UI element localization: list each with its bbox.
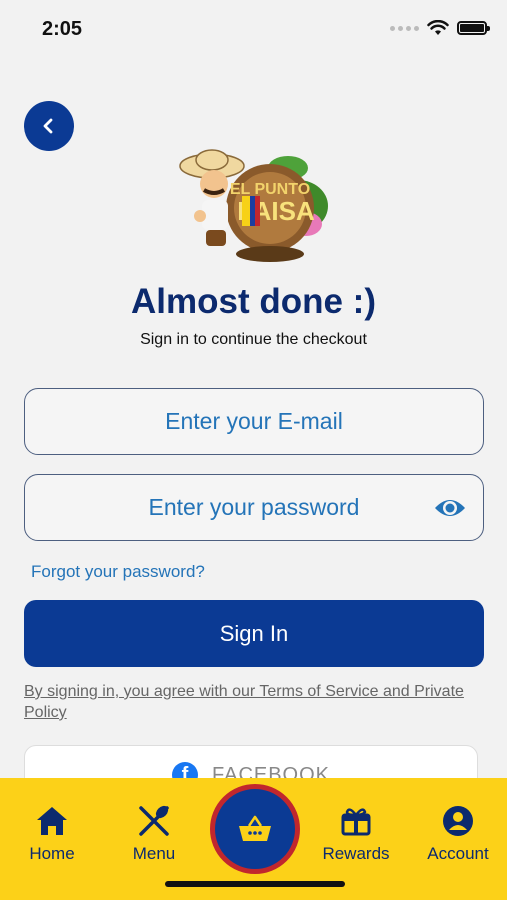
eye-icon[interactable]	[433, 494, 467, 522]
password-field[interactable]	[25, 494, 483, 521]
tab-rewards[interactable]: Rewards	[316, 804, 396, 864]
utensils-icon	[139, 805, 169, 836]
chevron-left-icon	[43, 118, 53, 134]
tab-home[interactable]: Home	[22, 804, 82, 864]
page-title: Almost done :)	[131, 282, 376, 321]
status-time: 2:05	[42, 18, 83, 40]
tab-account-label: Account	[427, 844, 489, 863]
tab-menu-label: Menu	[132, 844, 176, 863]
wifi-icon	[427, 20, 449, 35]
terms-link[interactable]: By signing in, you agree with our Terms …	[24, 681, 484, 723]
restaurant-logo: EL PUNTO PAISA	[179, 149, 328, 262]
cart-button[interactable]	[210, 784, 300, 874]
battery-icon	[457, 21, 490, 35]
sign-in-button[interactable]: Sign In	[24, 600, 484, 667]
status-icons	[390, 20, 490, 36]
password-field-container	[24, 474, 484, 541]
account-icon	[443, 806, 473, 836]
tab-home-label: Home	[29, 844, 75, 863]
tab-rewards-label: Rewards	[322, 844, 390, 863]
basket-icon	[239, 815, 271, 841]
status-bar: 2:05	[0, 0, 507, 58]
tab-menu[interactable]: Menu	[124, 804, 184, 864]
home-indicator	[165, 881, 345, 887]
signal-icon	[390, 25, 419, 31]
back-button[interactable]	[24, 101, 74, 151]
email-field[interactable]	[25, 408, 483, 435]
page-subtitle: Sign in to continue the checkout	[140, 331, 367, 348]
home-icon	[37, 807, 67, 835]
gift-icon	[341, 808, 371, 836]
forgot-password-link[interactable]: Forgot your password?	[31, 562, 205, 582]
email-field-container	[24, 388, 484, 455]
tab-account[interactable]: Account	[420, 804, 496, 864]
